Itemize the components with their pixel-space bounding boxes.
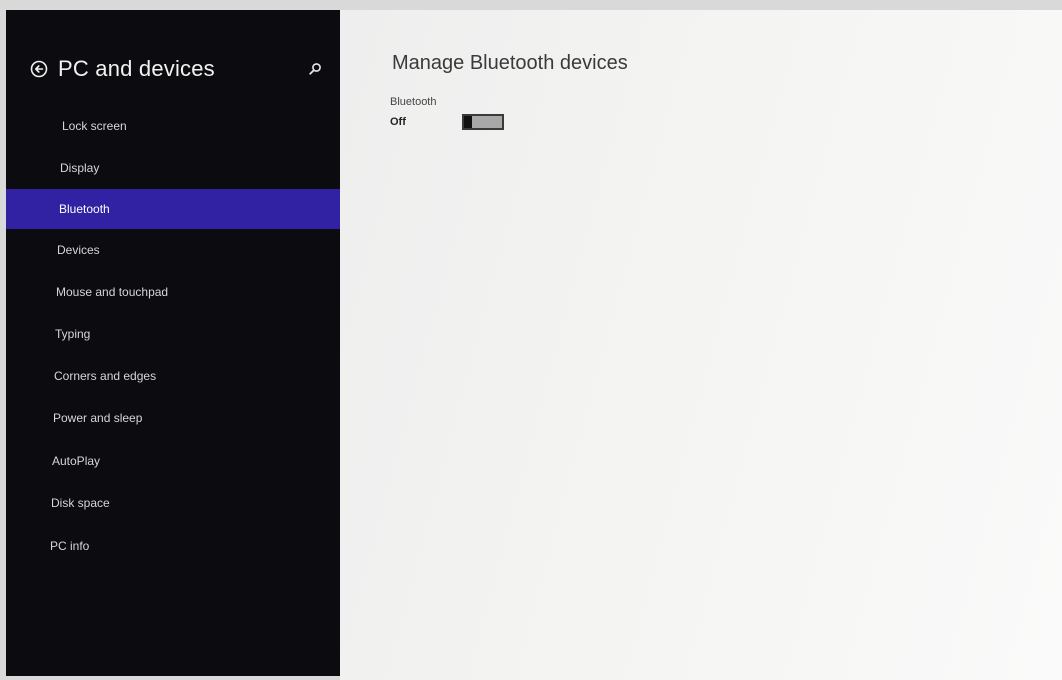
sidebar-item-power-and-sleep[interactable]: Power and sleep bbox=[6, 398, 340, 438]
sidebar-item-label: AutoPlay bbox=[52, 454, 101, 468]
sidebar-item-display[interactable]: Display bbox=[6, 148, 340, 188]
sidebar-item-label: Disk space bbox=[51, 496, 110, 510]
sidebar-item-label: Bluetooth bbox=[59, 202, 110, 216]
pc-settings-screen: PC and devices Lock screen Display Bluet… bbox=[0, 0, 1062, 680]
sidebar-item-label: Display bbox=[60, 161, 100, 175]
sidebar-item-lock-screen[interactable]: Lock screen bbox=[6, 106, 340, 146]
sidebar-item-label: Typing bbox=[55, 327, 91, 341]
sidebar-item-pc-info[interactable]: PC info bbox=[6, 526, 340, 566]
bluetooth-setting-label: Bluetooth bbox=[390, 96, 437, 108]
sidebar-item-label: Devices bbox=[57, 243, 100, 257]
page-title: Manage Bluetooth devices bbox=[392, 52, 628, 74]
sidebar-item-label: Mouse and touchpad bbox=[56, 285, 169, 299]
toggle-thumb bbox=[464, 116, 472, 128]
sidebar-item-label: Corners and edges bbox=[54, 369, 157, 383]
sidebar-item-devices[interactable]: Devices bbox=[6, 230, 340, 270]
sidebar-item-label: Power and sleep bbox=[53, 411, 143, 425]
sidebar-item-corners-and-edges[interactable]: Corners and edges bbox=[6, 356, 340, 396]
bluetooth-state-text: Off bbox=[390, 116, 406, 128]
sidebar-item-typing[interactable]: Typing bbox=[6, 314, 340, 354]
sidebar-item-label: PC info bbox=[50, 539, 90, 553]
sidebar-item-bluetooth[interactable]: Bluetooth bbox=[6, 189, 340, 229]
sidebar-item-label: Lock screen bbox=[62, 119, 127, 133]
bluetooth-toggle[interactable] bbox=[462, 114, 504, 130]
sidebar-item-disk-space[interactable]: Disk space bbox=[6, 483, 340, 523]
sidebar-item-autoplay[interactable]: AutoPlay bbox=[6, 441, 340, 481]
settings-nav: Lock screen Display Bluetooth Devices Mo… bbox=[6, 10, 340, 676]
main-content: Manage Bluetooth devices Bluetooth Off bbox=[340, 10, 1062, 680]
sidebar-item-mouse-and-touchpad[interactable]: Mouse and touchpad bbox=[6, 272, 340, 312]
sidebar: PC and devices Lock screen Display Bluet… bbox=[6, 10, 340, 676]
